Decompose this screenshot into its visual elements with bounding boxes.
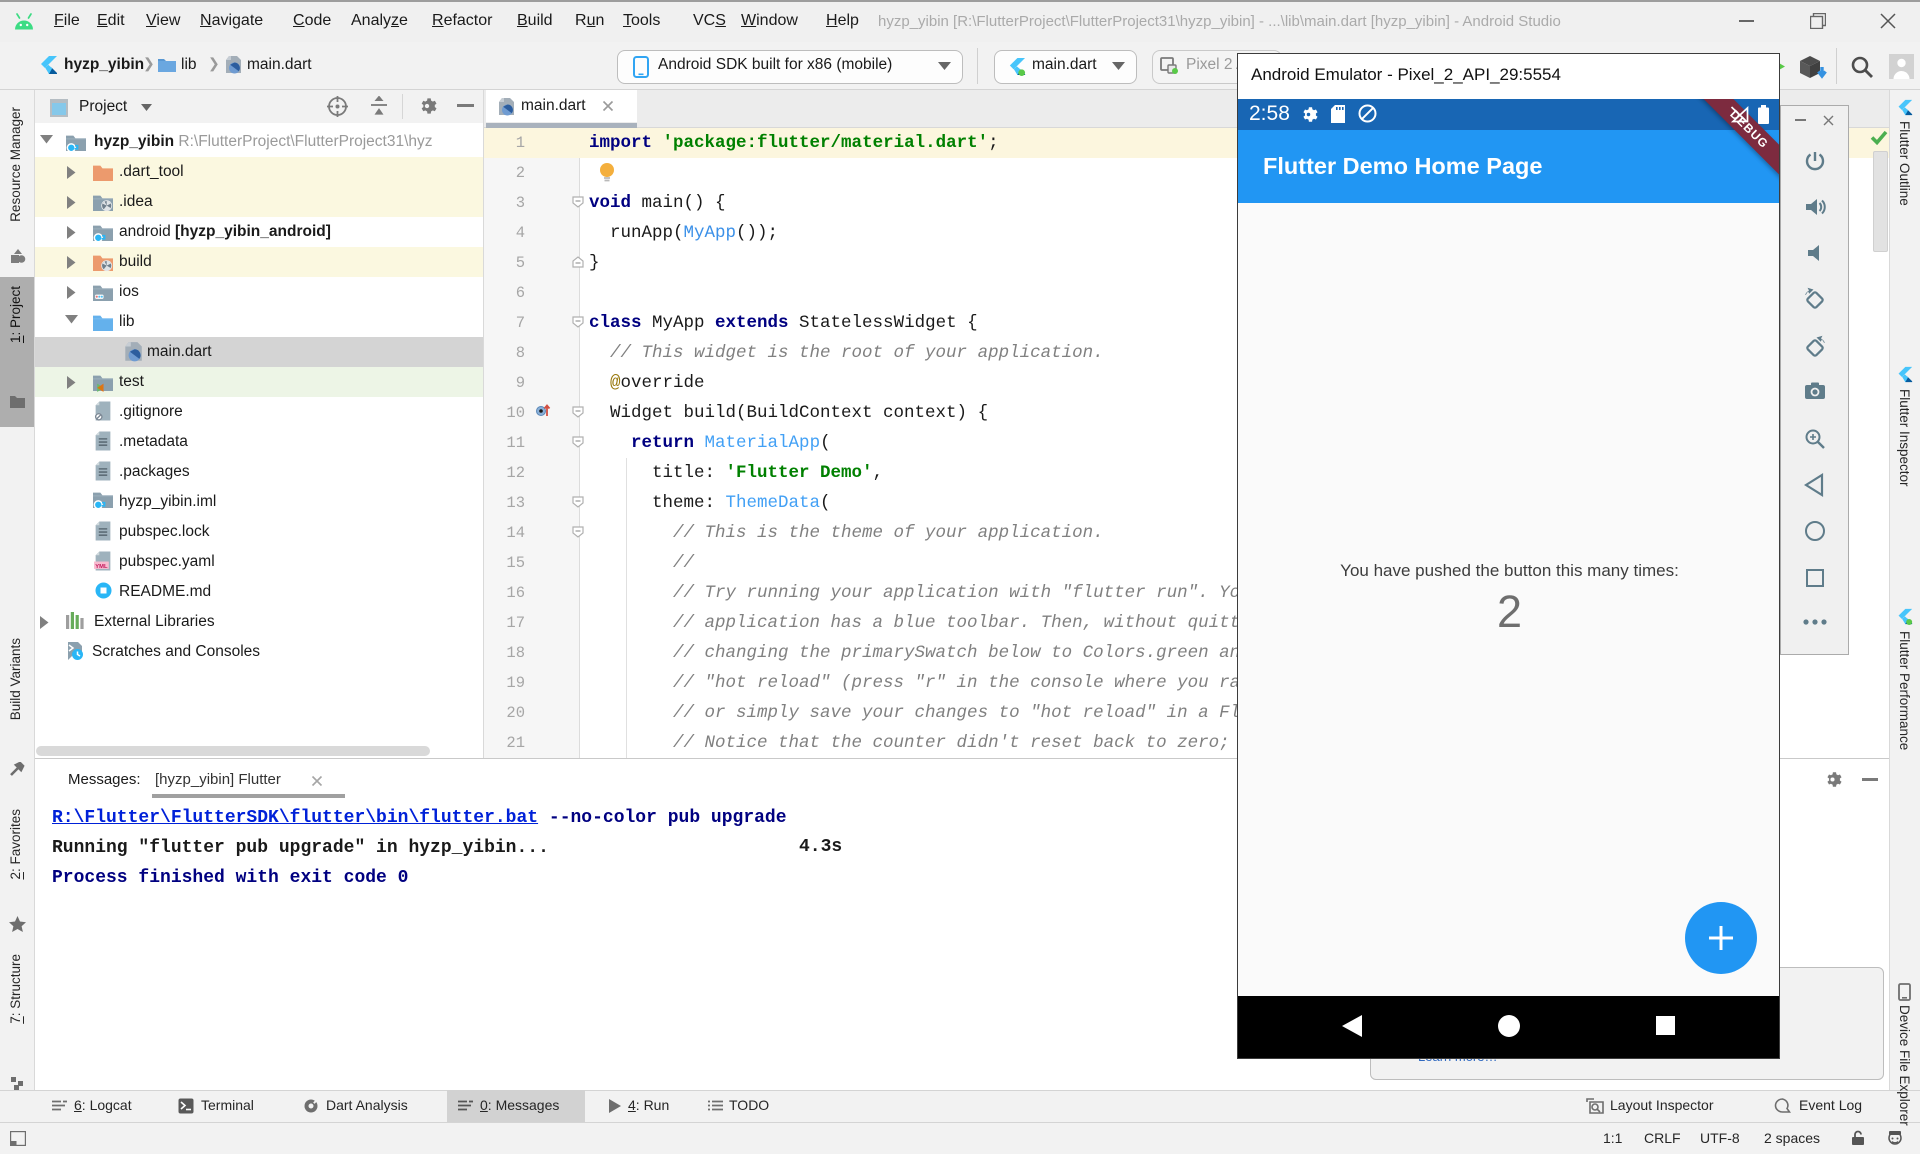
svg-text:YML: YML: [95, 564, 108, 570]
